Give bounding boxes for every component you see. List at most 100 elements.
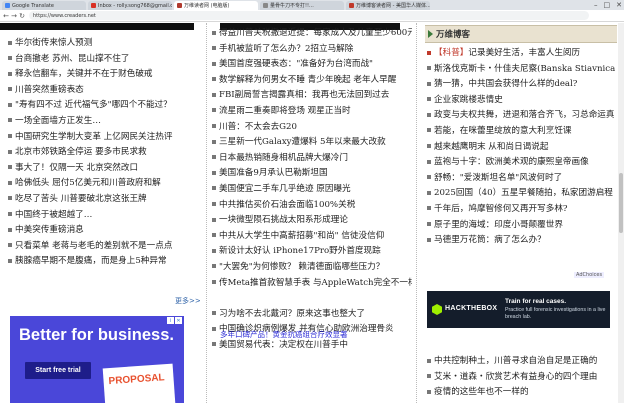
browser-tab[interactable]: Google Translate bbox=[2, 1, 86, 10]
news-item[interactable]: 一场全面墙方正发生… bbox=[8, 114, 202, 130]
news-link[interactable]: FBI副局誓言揭露真相：我再也无法回到过去 bbox=[219, 90, 389, 100]
news-item[interactable]: 猜一猜，中共国会获得什么样的deal? bbox=[427, 77, 615, 93]
promo-link[interactable]: 多年口碑产品！黄金抗癌组合疗效显著 bbox=[220, 329, 348, 340]
news-item[interactable]: 若能，在咪蕾里绽放的意大利烹饪课 bbox=[427, 124, 615, 140]
news-item[interactable]: 中共从大学生中高薪招募"和尚" 信徒没信仰 bbox=[212, 229, 412, 245]
news-item[interactable]: 马德里万花筒：病了怎么办？ bbox=[427, 233, 615, 249]
news-item[interactable]: 中国研究生学制大变革 上亿网民关注热评 bbox=[8, 130, 202, 146]
news-link[interactable]: 习为啥不去北戴河？原来这事也整大了 bbox=[219, 309, 365, 319]
news-link[interactable]: 华尔街传来惊人预测 bbox=[15, 38, 92, 48]
news-link[interactable]: 川普：不太会去G20 bbox=[219, 122, 297, 132]
news-link[interactable]: 释永信翻车，关键并不在于财色破戒 bbox=[15, 69, 153, 79]
news-link[interactable]: 疫情的这些年也不一样的 bbox=[434, 387, 529, 397]
vertical-scrollbar[interactable] bbox=[618, 23, 624, 403]
news-item[interactable]: 台商撤老 苏州、昆山撑不住了 bbox=[8, 52, 202, 68]
news-link[interactable]: 猜一猜，中共国会获得什么样的deal? bbox=[434, 79, 577, 89]
news-link[interactable]: 原子里的海域：印度小哥颠覆世界 bbox=[434, 220, 563, 230]
news-link[interactable]: 中国研究生学制大变革 上亿网民关注热评 bbox=[15, 132, 172, 142]
news-item[interactable]: 哈佛低头 屈付5亿美元和川普政府和解 bbox=[8, 176, 202, 192]
news-item[interactable]: 川普：不太会去G20 bbox=[212, 120, 412, 136]
news-link[interactable]: 中共控制种土，川普寻求自治自足是正确的 bbox=[434, 356, 597, 366]
news-item[interactable]: 传Meta推首款智慧手表 与AppleWatch完全不一样 bbox=[212, 276, 412, 292]
advertisement-banner[interactable]: i ✕ Better for business. Start free tria… bbox=[10, 316, 184, 403]
news-link[interactable]: 北京市郊铁路全停运 要多市民求救 bbox=[15, 147, 147, 157]
news-item[interactable]: 日本最热销随身相机品牌大爆冷门 bbox=[212, 151, 412, 167]
news-link[interactable]: 哈佛低头 屈付5亿美元和川普政府和解 bbox=[15, 178, 161, 188]
news-link[interactable]: 千年后，鸠摩智修何又再开写多林? bbox=[434, 204, 568, 214]
news-link[interactable]: 美国首度强硬表态："准备好为台湾而战" bbox=[219, 59, 373, 69]
news-link[interactable]: 斯洛伐克斯卡・什佳夫尼察(Banska Stiavnica), bbox=[434, 64, 615, 74]
reload-icon[interactable]: ↻ bbox=[18, 12, 26, 20]
news-link[interactable]: 蓝袍与十字：欧洲美术观的康熙皇帝画像 bbox=[434, 157, 589, 167]
news-item[interactable]: 企业家跳楼悲情史 bbox=[427, 93, 615, 109]
news-link[interactable]: 一场全面墙方正发生… bbox=[15, 116, 101, 126]
news-item[interactable]: 美国首度强硬表态："准备好为台湾而战" bbox=[212, 57, 412, 73]
news-link[interactable]: 2025回国（40）五星早餐随拍，私家团游启程 bbox=[434, 188, 613, 198]
news-link[interactable]: 中共从大学生中高薪招募"和尚" 信徒没信仰 bbox=[219, 231, 384, 241]
news-item[interactable]: 得益川普关税撤退近提：每家成人及儿童至少600元 bbox=[212, 26, 412, 42]
news-item[interactable]: 美国准备9月承认巴勒斯坦国 bbox=[212, 166, 412, 182]
adchoices-label[interactable]: AdChoices bbox=[574, 272, 605, 278]
news-item[interactable]: 吃尽了苦头 川普要破北京这张王牌 bbox=[8, 192, 202, 208]
news-item[interactable]: 蓝袍与十字：欧洲美术观的康熙皇帝画像 bbox=[427, 155, 615, 171]
news-link[interactable]: 手机被监听了怎么办？2招立马解除 bbox=[219, 44, 353, 54]
news-item[interactable]: 只看菜单 老蒋与老毛的差别就不是一点点 bbox=[8, 239, 202, 255]
news-link[interactable]: 吃尽了苦头 川普要破北京这张王牌 bbox=[15, 194, 147, 204]
news-item[interactable]: 美国便宜二手车几乎绝迹 原因曝光 bbox=[212, 182, 412, 198]
news-link[interactable]: 台商撤老 苏州、昆山撑不住了 bbox=[15, 54, 129, 64]
news-link[interactable]: 日本最热销随身相机品牌大爆冷门 bbox=[219, 153, 348, 163]
news-item[interactable]: 手机被监听了怎么办？2招立马解除 bbox=[212, 42, 412, 58]
news-item[interactable]: 川普突然重磅表态 bbox=[8, 83, 202, 99]
maximize-button[interactable]: □ bbox=[604, 1, 611, 9]
news-item[interactable]: 事大了！仅隔一天 北京突然改口 bbox=[8, 161, 202, 177]
featured-blog-item[interactable]: 【科普】记录美好生活，丰富人生阅历 bbox=[427, 46, 615, 62]
news-item[interactable]: 疫情的这些年也不一样的 bbox=[427, 385, 615, 401]
news-item[interactable]: 原子里的海域：印度小哥颠覆世界 bbox=[427, 218, 615, 234]
news-link[interactable]: 流星雨二重奏即将登场 观星正当时 bbox=[219, 106, 351, 116]
news-link[interactable]: 三星新一代Galaxy遭爆料 5年以来最大改款 bbox=[219, 137, 386, 147]
news-link[interactable]: 中国终于被超越了… bbox=[15, 210, 92, 220]
browser-tab[interactable]: 万维博客读者网 - 美国华人媒体... bbox=[346, 1, 430, 10]
news-link[interactable]: 艾米・道森・欣赏艺术有益身心的四个理由 bbox=[434, 372, 597, 382]
close-window-button[interactable]: ✕ bbox=[616, 1, 622, 9]
news-item[interactable]: 数学解释为何男女不睡 青少年晚起 老年人早醒 bbox=[212, 73, 412, 89]
url-input[interactable]: https://www.creaders.net bbox=[29, 11, 589, 20]
news-link[interactable]: 美国准备9月承认巴勒斯坦国 bbox=[219, 168, 328, 178]
news-link[interactable]: 一块微型陨石挑战太阳系形成理论 bbox=[219, 215, 348, 225]
news-link[interactable]: 中美突传重磅消息 bbox=[15, 225, 84, 235]
scrollbar-thumb[interactable] bbox=[619, 173, 623, 233]
news-link[interactable]: 美国贸易代表：决定权在川普手中 bbox=[219, 340, 348, 350]
news-item[interactable]: 千年后，鸠摩智修何又再开写多林? bbox=[427, 202, 615, 218]
news-link[interactable]: 舒畅："爱泼斯坦名单"风波何时了 bbox=[434, 173, 562, 183]
news-item[interactable]: 美国贸易代表：决定权在川普手中 bbox=[212, 338, 412, 354]
news-item[interactable]: 越来越鹰明末 从和尚日谒说起 bbox=[427, 140, 615, 156]
news-link[interactable]: 美国便宜二手车几乎绝迹 原因曝光 bbox=[219, 184, 351, 194]
news-link[interactable]: 若能，在咪蕾里绽放的意大利烹饪课 bbox=[434, 126, 572, 136]
news-item[interactable]: 中国终于被超越了… bbox=[8, 208, 202, 224]
news-link[interactable]: 胰腺癌早期不是腹痛，而是身上5种异常 bbox=[15, 256, 167, 266]
news-item[interactable]: 释永信翻车，关键并不在于财色破戒 bbox=[8, 67, 202, 83]
news-link[interactable]: 事大了！仅隔一天 北京突然改口 bbox=[15, 163, 138, 173]
ad-close-icon[interactable]: ✕ bbox=[175, 317, 182, 324]
news-link[interactable]: 传Meta推首款智慧手表 与AppleWatch完全不一样 bbox=[219, 278, 412, 288]
news-item[interactable]: 中共控制种土，川普寻求自治自足是正确的 bbox=[427, 354, 615, 370]
news-item[interactable]: 政变与夫权共舞，进退和落合齐飞，习总命运真的 bbox=[427, 108, 615, 124]
minimize-button[interactable]: – bbox=[594, 1, 598, 9]
news-item[interactable]: 一块微型陨石挑战太阳系形成理论 bbox=[212, 213, 412, 229]
news-link[interactable]: 得益川普关税撤退近提：每家成人及儿童至少600元 bbox=[219, 28, 412, 38]
ad-info-icon[interactable]: i bbox=[167, 317, 174, 324]
news-item[interactable]: 流星雨二重奏即将登场 观星正当时 bbox=[212, 104, 412, 120]
news-link[interactable]: 政变与夫权共舞，进退和落合齐飞，习总命运真的 bbox=[434, 110, 615, 120]
forward-arrow-icon[interactable]: → bbox=[10, 12, 18, 20]
news-item[interactable]: 新设计太好认 iPhone17Pro野外首度现踪 bbox=[212, 244, 412, 260]
news-link[interactable]: 只看菜单 老蒋与老毛的差别就不是一点点 bbox=[15, 241, 172, 251]
news-link[interactable]: 新设计太好认 iPhone17Pro野外首度现踪 bbox=[219, 246, 381, 256]
news-link[interactable]: 马德里万花筒：病了怎么办？ bbox=[434, 235, 546, 245]
news-link[interactable]: 数学解释为何男女不睡 青少年晚起 老年人早醒 bbox=[219, 75, 396, 85]
more-link[interactable]: 更多>> bbox=[175, 296, 201, 306]
news-item[interactable]: 北京市郊铁路全停运 要多市民求救 bbox=[8, 145, 202, 161]
news-link[interactable]: 川普突然重磅表态 bbox=[15, 85, 84, 95]
browser-tab[interactable]: 万维读者网 (电脑版) bbox=[174, 1, 258, 10]
news-link[interactable]: "大罢免"为何惨败？ 赖清德面临哪些压力？ bbox=[219, 262, 384, 272]
news-item[interactable]: "大罢免"为何惨败？ 赖清德面临哪些压力？ bbox=[212, 260, 412, 276]
